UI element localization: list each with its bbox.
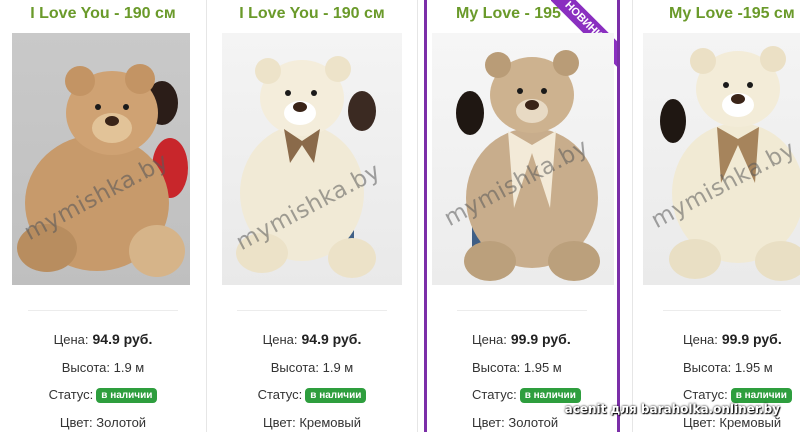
price-label: Цена:: [683, 332, 718, 347]
height-label: Высота:: [472, 360, 521, 375]
divider: [28, 310, 178, 311]
product-card[interactable]: My Love -195 см mymishka.by Цена: 99.9 ру…: [632, 0, 800, 432]
color-row: Цвет: Кремовый: [633, 415, 800, 430]
height-label: Высота:: [61, 360, 110, 375]
price-value: 94.9 руб.: [92, 331, 153, 347]
color-value: Золотой: [508, 415, 559, 430]
status-row: Статус: в наличии: [207, 387, 417, 403]
height-row: Высота: 1.9 м: [0, 360, 208, 375]
divider: [457, 310, 587, 311]
status-row: Статус: в наличии: [633, 387, 800, 403]
price-value: 99.9 руб.: [510, 331, 571, 347]
status-label: Статус:: [257, 387, 303, 402]
price-value: 94.9 руб.: [301, 331, 362, 347]
product-photo[interactable]: mymishka.by: [643, 33, 800, 285]
price-row: Цена: 94.9 руб.: [0, 331, 208, 347]
credit-text: acenit для baraholka.onliner.by: [564, 402, 780, 416]
color-row: Цвет: Кремовый: [207, 415, 417, 430]
color-value: Кремовый: [299, 415, 362, 430]
height-label: Высота:: [683, 360, 732, 375]
height-row: Высота: 1.9 м: [207, 360, 417, 375]
product-photo[interactable]: mymishka.by: [222, 33, 402, 285]
status-badge: в наличии: [305, 388, 367, 403]
color-label: Цвет:: [59, 415, 93, 430]
price-row: Цена: 99.9 руб.: [427, 331, 617, 347]
price-value: 99.9 руб.: [721, 331, 782, 347]
status-label: Статус:: [683, 387, 728, 402]
status-row: Статус: в наличии: [427, 387, 617, 403]
status-row: Статус: в наличии: [0, 387, 208, 403]
product-title[interactable]: I Love You - 190 см: [207, 5, 417, 23]
product-card[interactable]: I Love You - 190 см mymishka.by Цена: 94.…: [206, 0, 418, 432]
height-row: Высота: 1.95 м: [427, 360, 617, 375]
status-label: Статус:: [48, 387, 94, 402]
status-badge: в наличии: [96, 388, 158, 403]
color-row: Цвет: Золотой: [427, 415, 617, 430]
height-value: 1.95 м: [523, 360, 562, 375]
status-badge: в наличии: [730, 388, 792, 403]
price-label: Цена:: [472, 332, 507, 347]
price-label: Цена:: [262, 332, 298, 347]
color-value: Кремовый: [719, 415, 782, 430]
divider: [237, 310, 387, 311]
height-row: Высота: 1.95 м: [633, 360, 800, 375]
product-photo[interactable]: mymishka.by: [432, 33, 614, 285]
product-card[interactable]: I Love You - 190 см mymishka.by Цена: 94.…: [0, 0, 209, 432]
color-row: Цвет: Золотой: [0, 415, 208, 430]
color-label: Цвет:: [262, 415, 296, 430]
price-row: Цена: 94.9 руб.: [207, 331, 417, 347]
product-title[interactable]: My Love -195 см: [633, 5, 800, 23]
color-label: Цвет:: [683, 415, 716, 430]
height-label: Высота:: [270, 360, 319, 375]
product-card-highlighted[interactable]: My Love - 195 НОВИНКА mymishka.by Цена: 9…: [424, 0, 620, 432]
price-label: Цена:: [53, 332, 89, 347]
height-value: 1.9 м: [322, 360, 354, 375]
product-title[interactable]: I Love You - 190 см: [0, 5, 208, 23]
height-value: 1.9 м: [113, 360, 145, 375]
price-row: Цена: 99.9 руб.: [633, 331, 800, 347]
status-badge: в наличии: [519, 388, 581, 403]
product-photo[interactable]: mymishka.by: [12, 33, 190, 285]
status-label: Статус:: [472, 387, 517, 402]
color-value: Золотой: [96, 415, 147, 430]
divider: [663, 310, 781, 311]
color-label: Цвет:: [472, 415, 505, 430]
height-value: 1.95 м: [734, 360, 773, 375]
